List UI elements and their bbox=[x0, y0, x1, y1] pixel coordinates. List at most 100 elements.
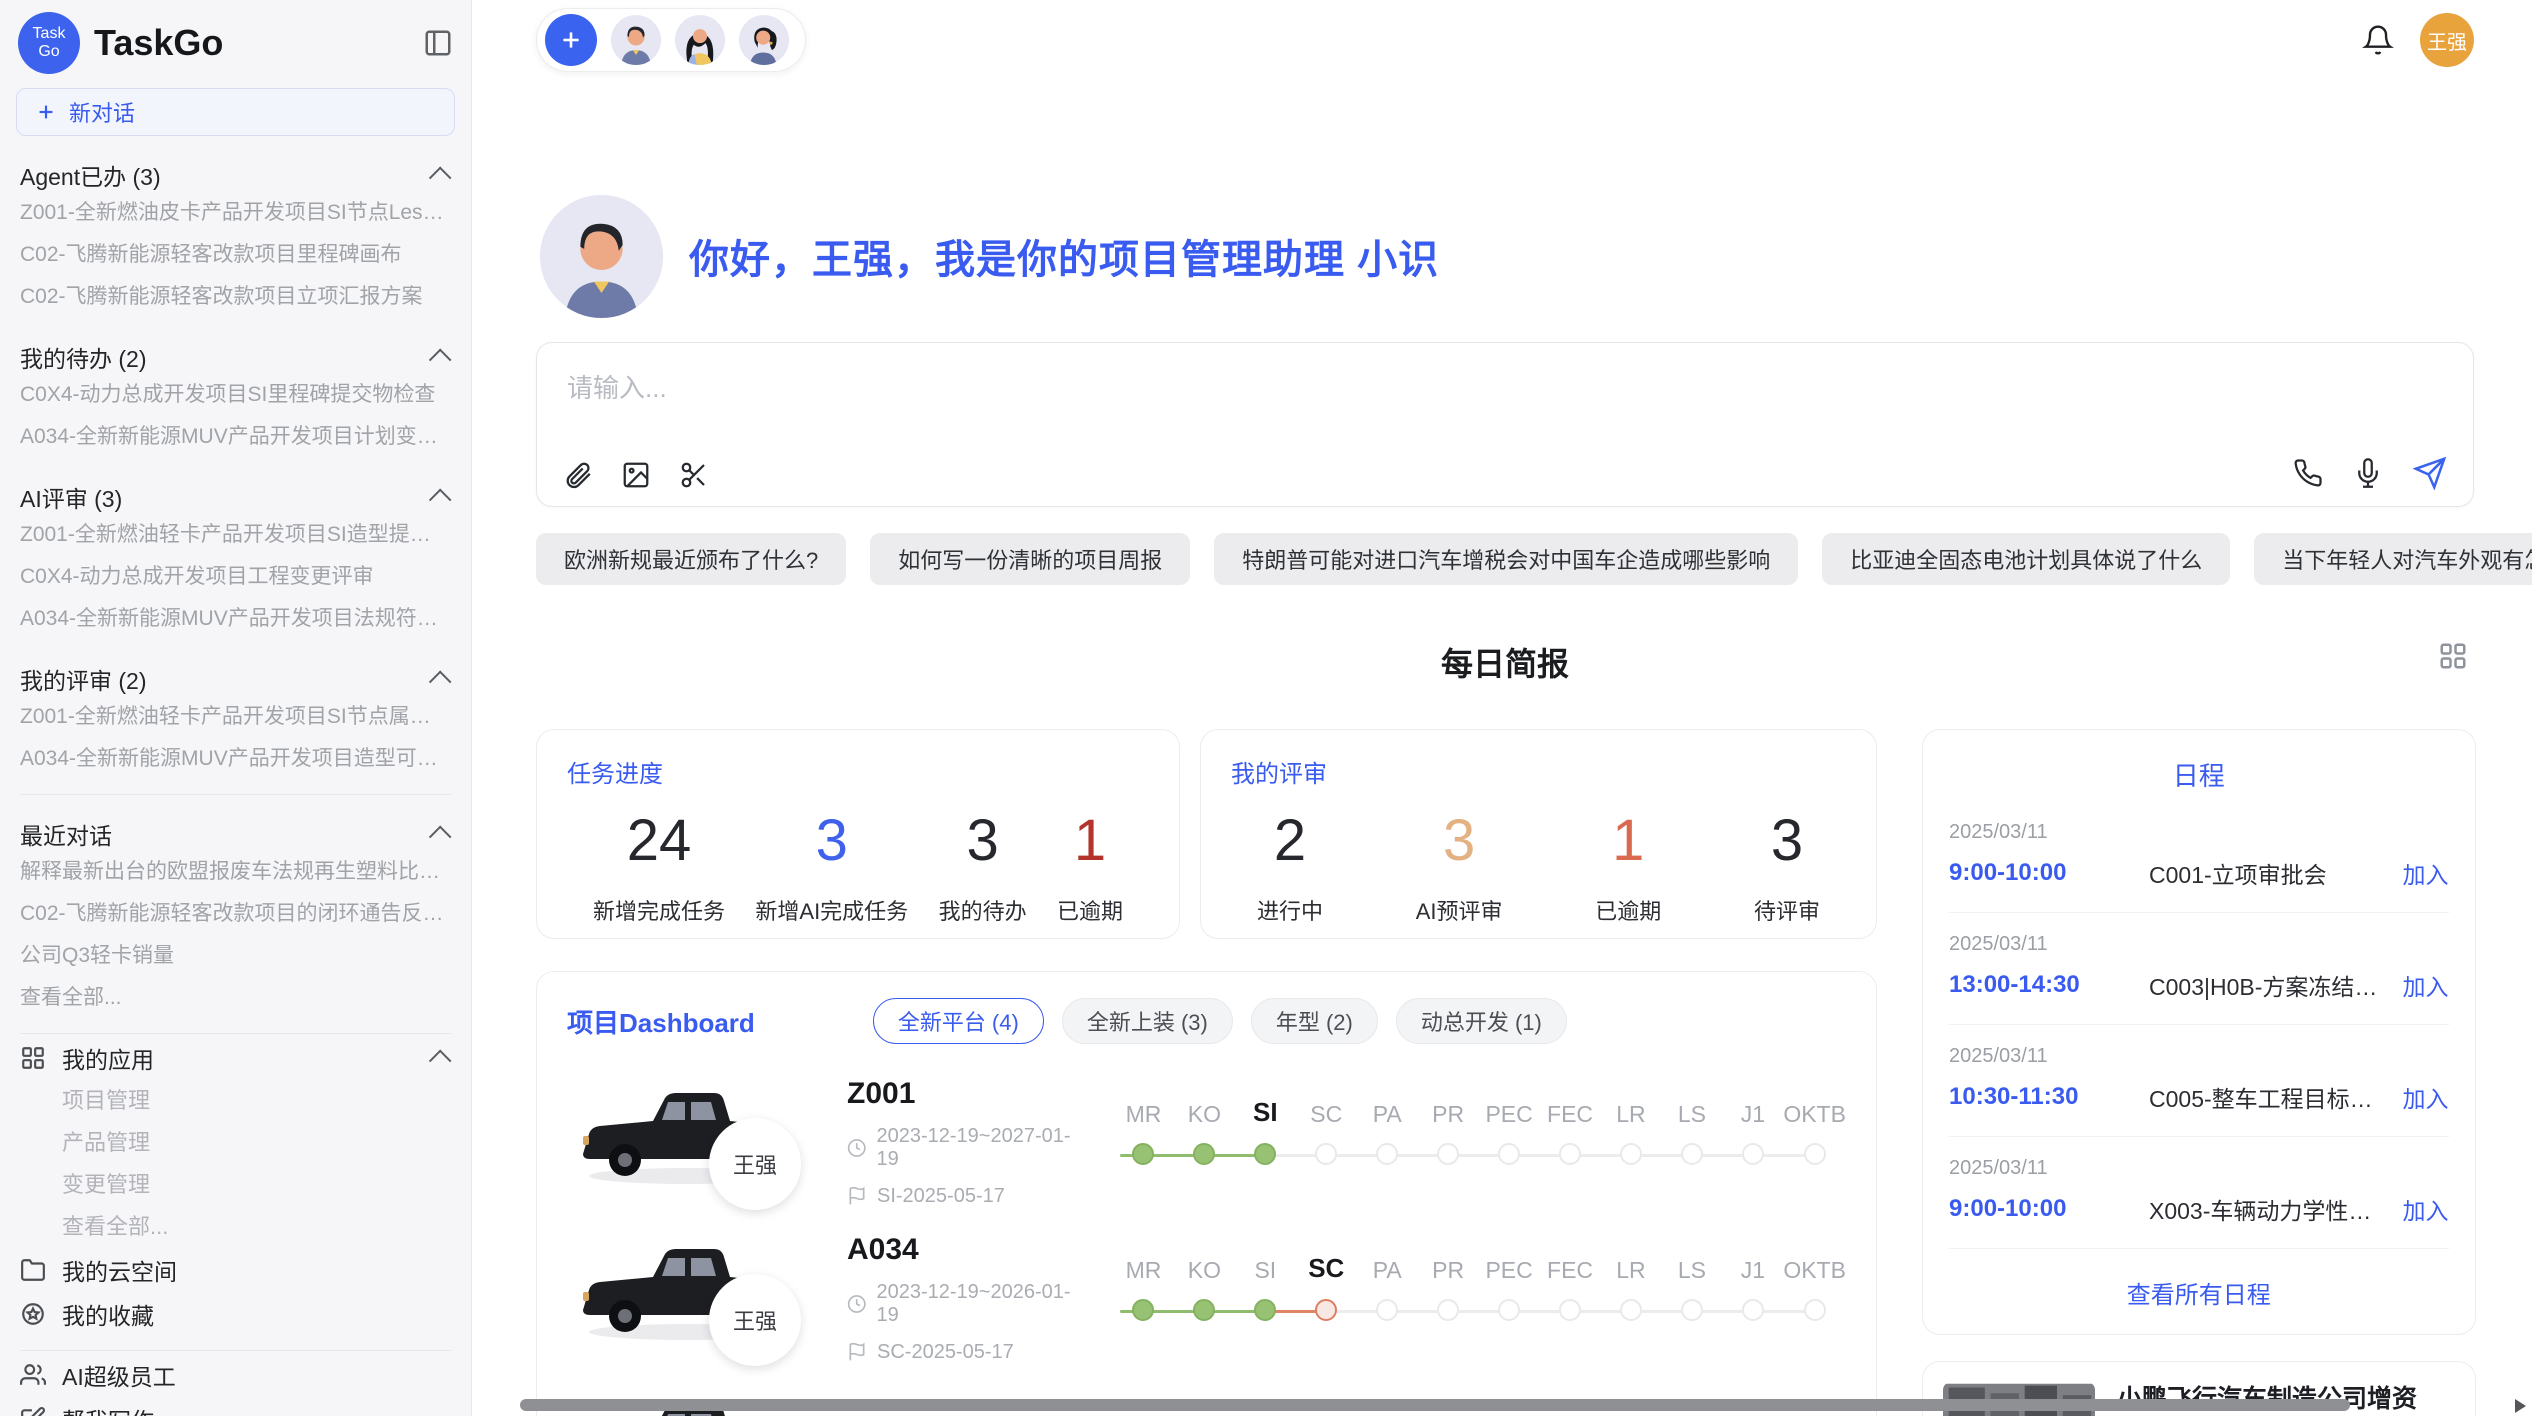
milestone-PA: PA bbox=[1357, 1246, 1418, 1321]
milestone-J1: J1 bbox=[1722, 1246, 1783, 1321]
join-button[interactable]: 加入 bbox=[2403, 856, 2449, 890]
section-title: 我的评审 (2) bbox=[20, 662, 147, 696]
stat-overdue: 1 已逾期 bbox=[1057, 807, 1123, 926]
section-my-review[interactable]: 我的评审 (2) bbox=[20, 662, 451, 696]
sidebar-item-help-writing[interactable]: 帮我写作 bbox=[20, 1397, 451, 1416]
app-window: Task Go TaskGo 新对话 Agent已办 (3) Z001-全新燃油… bbox=[0, 0, 2532, 1416]
tab-new-body[interactable]: 全新上装 (3) bbox=[1062, 998, 1233, 1044]
sidebar-item[interactable]: Z001-全新燃油皮卡产品开发项目SI节点Lesson Learn报告 bbox=[20, 192, 451, 234]
chevron-up-icon[interactable] bbox=[429, 349, 452, 372]
project-code: Z001 bbox=[847, 1077, 1087, 1111]
tab-new-platform[interactable]: 全新平台 (4) bbox=[873, 998, 1044, 1044]
insert-image-button[interactable] bbox=[621, 460, 651, 490]
new-chat-label: 新对话 bbox=[69, 96, 135, 128]
sidebar-item-change-mgmt[interactable]: 变更管理 bbox=[20, 1164, 451, 1206]
chevron-up-icon[interactable] bbox=[429, 489, 452, 512]
section-my-todo[interactable]: 我的待办 (2) bbox=[20, 340, 451, 374]
member-avatar-1[interactable] bbox=[611, 15, 661, 65]
sidebar-item-apps-view-all[interactable]: 查看全部... bbox=[20, 1206, 451, 1248]
plus-icon bbox=[35, 101, 57, 123]
schedule-event: 2025/03/11 9:00-10:00 C001-立项审批会 加入 bbox=[1949, 801, 2449, 913]
sidebar-item[interactable]: 公司Q3轻卡销量 bbox=[20, 935, 451, 977]
hero: 你好，王强，我是你的项目管理助理 小识 bbox=[540, 194, 2474, 318]
join-button[interactable]: 加入 bbox=[2403, 1192, 2449, 1226]
section-agent-done[interactable]: Agent已办 (3) bbox=[20, 158, 451, 192]
join-button[interactable]: 加入 bbox=[2403, 968, 2449, 1002]
send-button[interactable] bbox=[2413, 456, 2447, 490]
suggestion-chip[interactable]: 如何写一份清晰的项目周报 bbox=[870, 533, 1190, 585]
horizontal-scrollbar[interactable] bbox=[520, 1399, 2526, 1413]
notifications-bell-icon[interactable] bbox=[2362, 24, 2394, 56]
project-row[interactable]: 王强 A034 2023-12-19~2026-01-19 SC-2025-05… bbox=[567, 1228, 1846, 1368]
divider bbox=[20, 1033, 451, 1034]
sidebar-item-cloud-space[interactable]: 我的云空间 bbox=[20, 1248, 451, 1292]
member-avatar-3[interactable] bbox=[739, 15, 789, 65]
section-recent-chats[interactable]: 最近对话 bbox=[20, 817, 451, 851]
sidebar-item-project-mgmt[interactable]: 项目管理 bbox=[20, 1080, 451, 1122]
milestone-OKTB: OKTB bbox=[1783, 1090, 1846, 1165]
sidebar-item[interactable]: Z001-全新燃油轻卡产品开发项目SI节点属性5D文件评审 bbox=[20, 696, 451, 738]
sidebar-item[interactable]: Z001-全新燃油轻卡产品开发项目SI造型提交物评审 bbox=[20, 514, 451, 556]
sidebar-item[interactable]: C0X4-动力总成开发项目SI里程碑提交物检查 bbox=[20, 374, 451, 416]
sidebar-item[interactable]: C0X4-动力总成开发项目工程变更评审 bbox=[20, 556, 451, 598]
voice-call-button[interactable] bbox=[2293, 458, 2323, 488]
milestone-OKTB: OKTB bbox=[1783, 1246, 1846, 1321]
app-logo: Task Go bbox=[18, 12, 80, 74]
join-button[interactable]: 加入 bbox=[2403, 1080, 2449, 1114]
users-icon bbox=[20, 1362, 46, 1388]
microphone-icon bbox=[2353, 458, 2383, 488]
grid-icon bbox=[20, 1045, 46, 1071]
screenshot-button[interactable] bbox=[679, 460, 709, 490]
section-title: 我的待办 (2) bbox=[20, 340, 147, 374]
favorites-label: 我的收藏 bbox=[62, 1297, 154, 1331]
sidebar-item[interactable]: A034-全新新能源MUV产品开发项目造型可行性评审 bbox=[20, 738, 451, 780]
sidebar-item[interactable]: C02-飞腾新能源轻客改款项目立项汇报方案 bbox=[20, 276, 451, 318]
main-content: 王强 你好，王强，我是你的项目管理助理 小识 bbox=[472, 0, 2532, 1416]
sidebar-item-my-apps[interactable]: 我的应用 bbox=[20, 1036, 451, 1080]
tab-model-year[interactable]: 年型 (2) bbox=[1251, 998, 1378, 1044]
suggestion-chip[interactable]: 特朗普可能对进口汽车增税会对中国车企造成哪些影响 bbox=[1214, 533, 1798, 585]
project-row[interactable]: 王强 Z001 2023-12-19~2027-01-19 SI-2025-05… bbox=[567, 1072, 1846, 1212]
attach-file-button[interactable] bbox=[563, 460, 593, 490]
project-dashboard-card: 项目Dashboard 全新平台 (4) 全新上装 (3) 年型 (2) 动总开… bbox=[536, 971, 1877, 1416]
tab-powertrain[interactable]: 动总开发 (1) bbox=[1396, 998, 1567, 1044]
chat-input[interactable] bbox=[537, 343, 2473, 404]
sidebar-item-favorites[interactable]: 我的收藏 bbox=[20, 1292, 451, 1336]
sidebar-item[interactable]: C02-飞腾新能源轻客改款项目的闭环通告反馈情况 bbox=[20, 893, 451, 935]
milestone-timeline: MRKOSISCPAPRPECFECLRLSJ1OKTB bbox=[1113, 1246, 1846, 1350]
chevron-up-icon[interactable] bbox=[429, 671, 452, 694]
event-date: 2025/03/11 bbox=[1949, 933, 2449, 956]
sidebar-item[interactable]: C02-飞腾新能源轻客改款项目里程碑画布 bbox=[20, 234, 451, 276]
section-ai-review[interactable]: AI评审 (3) bbox=[20, 480, 451, 514]
suggestion-chip[interactable]: 欧洲新规最近颁布了什么? bbox=[536, 533, 846, 585]
sidebar: Task Go TaskGo 新对话 Agent已办 (3) Z001-全新燃油… bbox=[0, 0, 472, 1416]
sidebar-collapse-icon[interactable] bbox=[423, 28, 453, 58]
chevron-up-icon[interactable] bbox=[429, 1050, 452, 1073]
suggestion-chip[interactable]: 比亚迪全固态电池计划具体说了什么 bbox=[1822, 533, 2230, 585]
section-title: AI评审 (3) bbox=[20, 480, 122, 514]
sidebar-item[interactable]: 解释最新出台的欧盟报废车法规再生塑料比例被调至15%... bbox=[20, 851, 451, 893]
my-review-card: 我的评审 2 进行中 3 AI预评审 1 bbox=[1200, 729, 1877, 939]
add-member-button[interactable] bbox=[545, 14, 597, 66]
scissors-icon bbox=[679, 460, 709, 490]
sidebar-item-product-mgmt[interactable]: 产品管理 bbox=[20, 1122, 451, 1164]
layout-grid-icon[interactable] bbox=[2438, 641, 2468, 671]
new-chat-button[interactable]: 新对话 bbox=[16, 88, 455, 136]
suggestion-chip[interactable]: 当下年轻人对汽车外观有怎样的喜好趋势 bbox=[2254, 533, 2532, 585]
member-avatar-2[interactable] bbox=[675, 15, 725, 65]
view-all-schedule-link[interactable]: 查看所有日程 bbox=[1949, 1249, 2449, 1310]
user-avatar[interactable]: 王强 bbox=[2420, 13, 2474, 67]
scrollbar-right-arrow-icon[interactable] bbox=[2515, 1399, 2526, 1413]
scrollbar-thumb[interactable] bbox=[520, 1399, 2350, 1411]
sidebar-item-view-all[interactable]: 查看全部... bbox=[20, 977, 451, 1019]
dashboard-title: 项目Dashboard bbox=[567, 1003, 755, 1040]
sidebar-item-ai-super-staff[interactable]: AI超级员工 bbox=[20, 1353, 451, 1397]
microphone-button[interactable] bbox=[2353, 458, 2383, 488]
phone-icon bbox=[2293, 458, 2323, 488]
sidebar-item[interactable]: A034-全新新能源MUV产品开发项目法规符合性评审 bbox=[20, 598, 451, 640]
chevron-up-icon[interactable] bbox=[429, 167, 452, 190]
sidebar-item[interactable]: A034-全新新能源MUV产品开发项目计划变更表编写 bbox=[20, 416, 451, 458]
owner-badge: 王强 bbox=[709, 1118, 801, 1210]
milestone-MR: MR bbox=[1113, 1090, 1174, 1165]
chevron-up-icon[interactable] bbox=[429, 826, 452, 849]
